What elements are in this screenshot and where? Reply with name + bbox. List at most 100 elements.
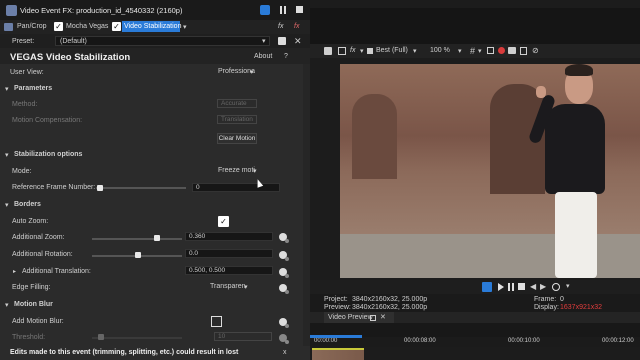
fx-scrollbar[interactable] (303, 64, 310, 350)
video-preview[interactable] (340, 64, 640, 278)
zoom-in-frame-icon[interactable] (552, 283, 560, 291)
additional-zoom-field[interactable]: 0.360 (185, 232, 273, 241)
copy-snapshot-icon[interactable] (520, 47, 527, 55)
more-options-icon[interactable]: ⊘ (532, 46, 539, 55)
stabilization-checkbox[interactable]: ✓ (112, 22, 121, 31)
clear-motion-button[interactable]: Clear Motion (217, 133, 257, 144)
edge-filling-keyframe-icon[interactable] (279, 284, 289, 294)
motion-comp-label: Motion Compensation: (12, 117, 83, 124)
frame-value: 0 (560, 296, 564, 303)
auto-zoom-checkbox[interactable]: ✓ (218, 216, 229, 227)
edge-filling-dropdown-icon[interactable]: ▾ (244, 283, 248, 291)
warning-bar: Edits made to this event (trimming, spli… (0, 346, 310, 360)
quality-dropdown-icon[interactable]: ▾ (413, 47, 417, 55)
add-motion-blur-checkbox[interactable] (211, 316, 222, 327)
timeline-clip-thumbnail[interactable] (312, 348, 364, 360)
preset-value: (Default) (60, 38, 87, 45)
pause-icon[interactable] (280, 6, 286, 14)
stop-transport-icon[interactable] (518, 283, 525, 290)
fx-remove-button[interactable]: fx (294, 23, 299, 30)
edge-filling-select[interactable]: Transparen (210, 283, 246, 290)
tab-close-icon[interactable]: ✕ (380, 313, 386, 321)
panel-tab-bar: Video Preview ✕ (310, 312, 640, 323)
overlay-icon[interactable] (487, 47, 494, 54)
warning-text: Edits made to this event (trimming, spli… (10, 349, 239, 356)
warning-close-button[interactable]: x (283, 349, 287, 356)
play-icon[interactable] (498, 283, 504, 291)
prev-frame-icon[interactable]: ◀ (530, 282, 536, 291)
additional-zoom-keyframe-icon[interactable] (279, 233, 289, 243)
save-preset-icon[interactable] (278, 37, 286, 45)
display-value: 1637x921x32 (560, 304, 603, 311)
preview-toolbar: fx ▾ Best (Full) ▾ 100 % ▾ # ▾ ⊘ (310, 44, 640, 58)
chain-item-stabilization[interactable]: Video Stabilization (124, 23, 181, 30)
additional-translation-keyframe-icon[interactable] (279, 268, 289, 278)
zoom-select[interactable]: 100 % (430, 47, 450, 54)
grid-dropdown-icon[interactable]: ▾ (478, 47, 482, 55)
chain-dropdown-icon[interactable]: ▾ (183, 23, 187, 31)
timeline-loop-region[interactable] (310, 335, 362, 338)
motion-blur-keyframe-icon[interactable] (279, 318, 289, 328)
preset-select[interactable] (55, 36, 270, 46)
window-title: Video Event FX: production_id_4540332 (2… (20, 6, 183, 15)
user-view-dropdown-icon[interactable]: ▾ (250, 68, 254, 76)
plugin-name: VEGAS Video Stabilization (10, 52, 131, 63)
chain-item-mocha[interactable]: Mocha Vegas (66, 23, 108, 30)
project-value: 3840x2160x32, 25.000p (352, 296, 428, 303)
additional-rotation-keyframe-icon[interactable] (279, 251, 289, 261)
delete-preset-icon[interactable]: ✕ (294, 36, 302, 47)
frame-label: Frame: (534, 296, 557, 303)
mocha-checkbox[interactable]: ✓ (54, 22, 63, 31)
timeline-ruler[interactable]: 00:00:00 00:00:08:00 00:00:10:00 00:00:1… (310, 337, 640, 347)
top-toolbar-area (310, 0, 640, 44)
mode-select[interactable]: Freeze moti (218, 167, 255, 174)
about-button[interactable]: About (254, 53, 272, 60)
borders-collapse-icon[interactable]: ▾ (5, 201, 9, 209)
threshold-field: 10 (214, 332, 272, 341)
additional-translation-field[interactable]: 0.500, 0.500 (185, 266, 273, 275)
tab-undock-icon[interactable] (370, 315, 376, 321)
threshold-slider-track (92, 337, 182, 339)
fx-preview-icon[interactable]: fx (350, 47, 355, 54)
person-legs (555, 192, 597, 278)
chain-item-pan-crop[interactable]: Pan/Crop (17, 23, 47, 30)
split-screen-icon[interactable] (338, 47, 346, 55)
ruler-t3: 00:00:10:00 (508, 338, 540, 344)
next-frame-icon[interactable]: ▶ (540, 282, 546, 291)
transport-more-icon[interactable]: ▾ (566, 282, 570, 290)
help-button[interactable]: ? (284, 53, 288, 60)
additional-zoom-slider-thumb[interactable] (154, 235, 160, 241)
reference-frame-slider-track[interactable] (96, 187, 186, 189)
stop-icon[interactable] (296, 6, 303, 13)
project-label: Project: (324, 296, 348, 303)
grid-icon[interactable]: # (470, 46, 475, 56)
preset-dropdown-icon[interactable]: ▾ (262, 37, 266, 45)
zoom-dropdown-icon[interactable]: ▾ (458, 47, 462, 55)
quality-icon (367, 48, 373, 54)
fx-button[interactable]: fx (278, 23, 283, 30)
reference-frame-slider-thumb[interactable] (97, 185, 103, 191)
mode-dropdown-icon[interactable]: ▾ (253, 167, 257, 175)
record-icon[interactable] (498, 47, 505, 54)
additional-rotation-slider-thumb[interactable] (135, 252, 141, 258)
parameters-collapse-icon[interactable]: ▾ (5, 85, 9, 93)
reference-frame-label: Reference Frame Number: (12, 184, 96, 191)
additional-rotation-field[interactable]: 0.0 (185, 249, 273, 258)
additional-zoom-slider-track[interactable] (92, 238, 182, 240)
preview-settings-icon[interactable] (324, 47, 332, 55)
pin-icon[interactable] (260, 5, 270, 15)
plugin-header: VEGAS Video Stabilization About ? (0, 48, 310, 64)
motion-blur-collapse-icon[interactable]: ▾ (5, 301, 9, 309)
fx-window-icon (6, 5, 17, 16)
motion-comp-field: Translation (217, 115, 257, 124)
loop-playback-icon[interactable] (482, 282, 492, 292)
snapshot-icon[interactable] (508, 47, 516, 54)
stabilization-collapse-icon[interactable]: ▾ (5, 151, 9, 159)
additional-translation-expand-icon[interactable]: ▸ (13, 268, 16, 275)
pause-transport-icon[interactable] (508, 283, 514, 291)
quality-select[interactable]: Best (Full) (376, 47, 408, 54)
additional-zoom-label: Additional Zoom: (12, 234, 65, 241)
reference-frame-field[interactable]: 0 (192, 183, 280, 192)
fx-preview-dropdown-icon[interactable]: ▾ (360, 47, 364, 55)
ruler-t1: 00:00:00 (314, 338, 338, 344)
